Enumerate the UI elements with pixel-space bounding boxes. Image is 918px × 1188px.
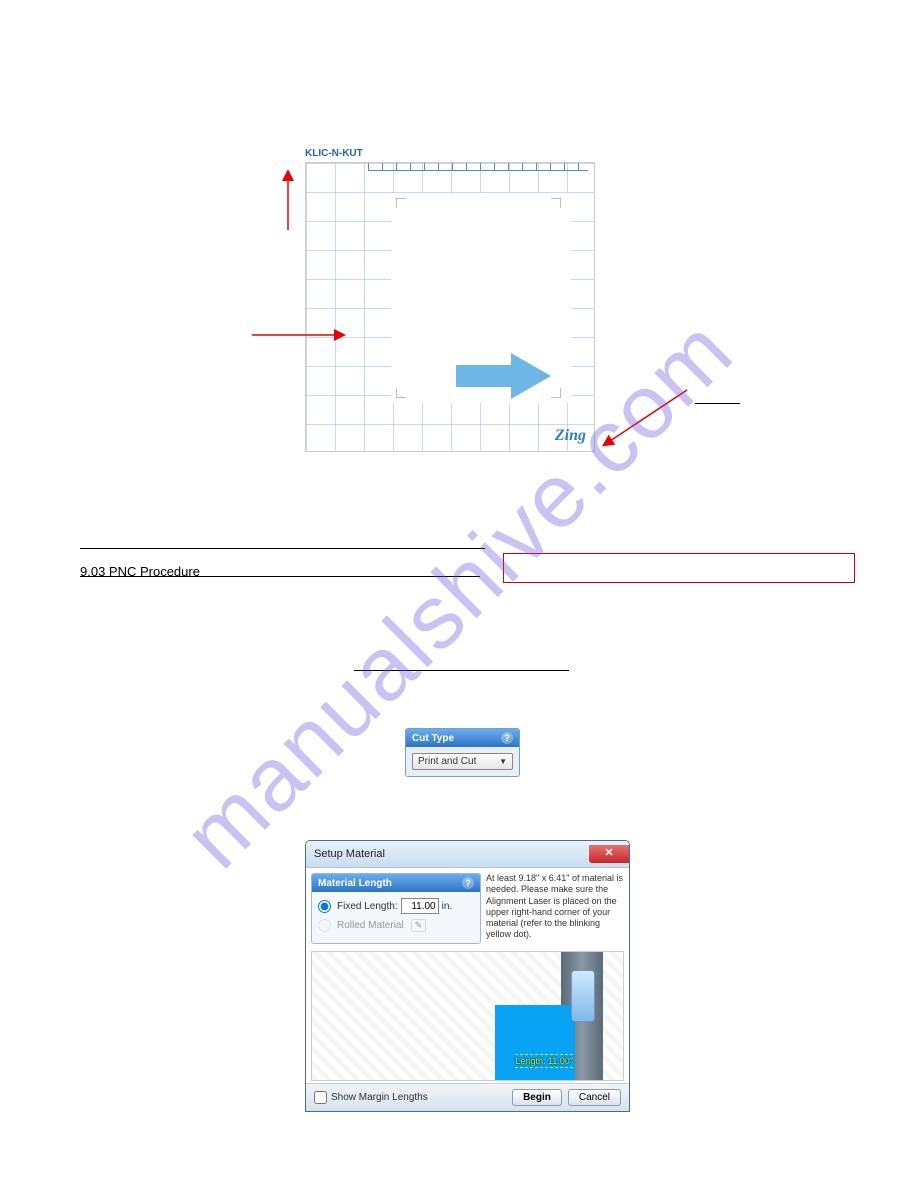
- help-icon[interactable]: ?: [462, 877, 474, 889]
- hr-line-1: [80, 548, 485, 549]
- callout-line: [695, 403, 740, 404]
- material-length-panel: Material Length ? Fixed Length: in. Roll…: [311, 873, 481, 944]
- material-length-header-label: Material Length: [318, 878, 392, 889]
- rolled-material-row: Rolled Material ✎: [318, 919, 474, 932]
- dialog-body: Material Length ? Fixed Length: in. Roll…: [306, 868, 629, 949]
- fixed-length-input[interactable]: [401, 898, 439, 914]
- feed-direction-arrow-icon: [456, 353, 556, 399]
- setup-material-dialog: Setup Material ✕ Material Length ? Fixed…: [305, 840, 630, 1112]
- rolled-material-edit-icon: ✎: [411, 919, 427, 932]
- dialog-titlebar: Setup Material ✕: [306, 841, 629, 868]
- preview-material: [495, 1005, 575, 1080]
- section-title: 9.03 PNC Procedure: [80, 564, 200, 579]
- reg-mark-top-right: [551, 198, 561, 208]
- mat-brand-label: KLIC-N-KUT: [305, 148, 605, 159]
- cut-type-header-label: Cut Type: [412, 733, 454, 744]
- help-icon[interactable]: ?: [501, 732, 513, 744]
- close-icon: ✕: [604, 847, 613, 859]
- begin-button[interactable]: Begin: [512, 1089, 562, 1106]
- dialog-buttons: Begin Cancel: [512, 1089, 621, 1106]
- fixed-length-label: Fixed Length:: [337, 901, 398, 912]
- preview-controller: [571, 970, 595, 1022]
- section-underline: [354, 670, 569, 671]
- cancel-button[interactable]: Cancel: [568, 1089, 621, 1106]
- annotation-highlight-box: [503, 553, 855, 583]
- fixed-length-row: Fixed Length: in.: [318, 898, 474, 914]
- preview-length-overlay: Length: 11.00": [515, 1054, 573, 1068]
- reg-mark-top-left: [396, 198, 406, 208]
- cut-type-panel: Cut Type ? Print and Cut ▼: [405, 728, 520, 777]
- dialog-instructions: At least 9.18" x 6.41" of material is ne…: [486, 873, 624, 944]
- cut-type-body: Print and Cut ▼: [406, 747, 519, 776]
- section-title-text: 9.03 PNC Procedure: [80, 564, 200, 579]
- zing-logo: Zing: [555, 427, 586, 445]
- annotation-arrow-right-icon: [252, 325, 347, 345]
- material-length-header: Material Length ?: [312, 874, 480, 892]
- cut-type-selected-value: Print and Cut: [418, 756, 476, 767]
- annotation-arrow-up-icon: [278, 170, 298, 230]
- fixed-length-radio[interactable]: [318, 900, 331, 913]
- mat-grid: Zing: [305, 162, 595, 452]
- show-margin-checkbox[interactable]: [314, 1091, 327, 1104]
- dropdown-caret-icon: ▼: [499, 757, 507, 766]
- close-button[interactable]: ✕: [589, 845, 629, 863]
- annotation-arrow-diagonal-icon: [602, 388, 692, 448]
- fixed-length-unit: in.: [442, 901, 453, 912]
- show-margin-label: Show Margin Lengths: [331, 1092, 428, 1103]
- mat-diagram: KLIC-N-KUT Zing: [305, 148, 605, 468]
- show-margin-row: Show Margin Lengths: [314, 1091, 428, 1104]
- cut-type-header: Cut Type ?: [406, 729, 519, 747]
- rolled-material-label: Rolled Material: [337, 920, 404, 931]
- material-preview: Length: 11.00": [311, 951, 624, 1081]
- material-length-body: Fixed Length: in. Rolled Material ✎: [312, 892, 480, 943]
- dialog-footer: Show Margin Lengths Begin Cancel: [306, 1083, 629, 1111]
- mat-ruler: [368, 163, 588, 171]
- rolled-material-radio: [318, 919, 331, 932]
- dialog-title: Setup Material: [314, 848, 385, 860]
- reg-mark-bottom-left: [396, 388, 406, 398]
- cut-type-select[interactable]: Print and Cut ▼: [412, 753, 513, 770]
